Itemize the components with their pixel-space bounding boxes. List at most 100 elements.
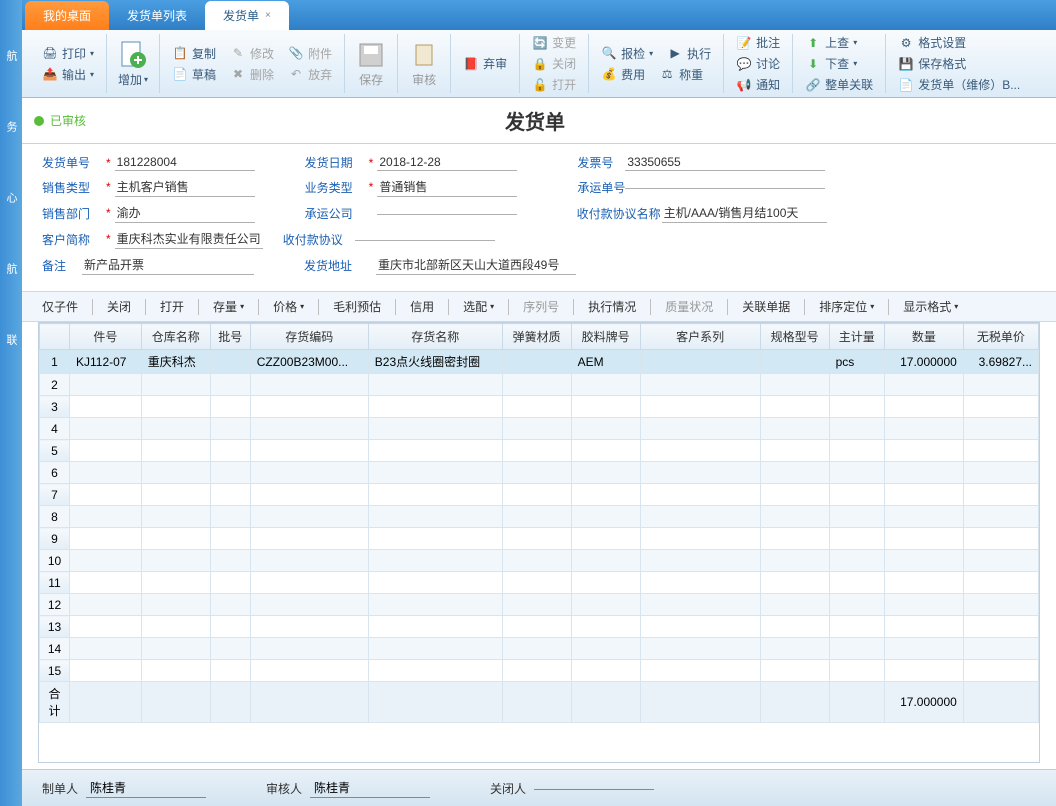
col-rubber[interactable]: 胶料牌号 bbox=[571, 324, 640, 350]
payproto-value[interactable] bbox=[355, 238, 495, 241]
shipdate-value[interactable]: 2018-12-28 bbox=[377, 154, 517, 171]
format-button[interactable]: ⚙格式设置 bbox=[894, 32, 1024, 53]
invoice-label[interactable]: 发票号 bbox=[577, 154, 625, 171]
batch-button[interactable]: 📝批注 bbox=[732, 32, 784, 53]
col-price[interactable]: 无税单价 bbox=[963, 324, 1038, 350]
addr-value[interactable]: 重庆市北部新区天山大道西段49号 bbox=[376, 255, 576, 275]
col-uom[interactable]: 主计量 bbox=[829, 324, 884, 350]
fee-button[interactable]: 💰费用 bbox=[597, 64, 649, 85]
col-name[interactable]: 存货名称 bbox=[368, 324, 502, 350]
side-item[interactable]: 航 bbox=[3, 50, 19, 61]
repair-button[interactable]: 📄发货单（维修）B... bbox=[894, 74, 1024, 95]
gross-button[interactable]: 毛利预估 bbox=[325, 296, 389, 317]
discuss-button[interactable]: 💬讨论 bbox=[732, 53, 784, 74]
table-row[interactable]: 9 bbox=[40, 528, 1039, 550]
table-row[interactable]: 4 bbox=[40, 418, 1039, 440]
shipdate-label[interactable]: 发货日期 bbox=[305, 154, 365, 171]
close-icon[interactable]: × bbox=[265, 10, 271, 21]
saveformat-button[interactable]: 💾保存格式 bbox=[894, 53, 1024, 74]
tab-shiplist[interactable]: 发货单列表 bbox=[109, 1, 205, 30]
change-button[interactable]: 🔄变更 bbox=[528, 32, 580, 53]
open-button[interactable]: 🔓打开 bbox=[528, 74, 580, 95]
close-button[interactable]: 🔒关闭 bbox=[528, 53, 580, 74]
table-row[interactable]: 8 bbox=[40, 506, 1039, 528]
tab-desktop[interactable]: 我的桌面 bbox=[25, 1, 109, 30]
shipno2-value[interactable] bbox=[625, 186, 825, 189]
add-button[interactable]: 增加▾ bbox=[118, 71, 148, 88]
saletype-value[interactable]: 主机客户销售 bbox=[115, 177, 255, 197]
dept-value[interactable]: 渝办 bbox=[115, 203, 255, 223]
invoice-value[interactable]: 33350655 bbox=[625, 154, 825, 171]
down-button[interactable]: ⬇下查▾ bbox=[801, 53, 877, 74]
delete-button[interactable]: ✖删除 bbox=[226, 64, 278, 85]
side-item[interactable]: 心 bbox=[3, 192, 19, 203]
save-button[interactable]: 保存 bbox=[359, 71, 383, 88]
table-row[interactable]: 2 bbox=[40, 374, 1039, 396]
weigh-button[interactable]: ⚖称重 bbox=[655, 64, 707, 85]
biztype-label[interactable]: 业务类型 bbox=[305, 179, 365, 196]
table-row[interactable]: 6 bbox=[40, 462, 1039, 484]
table-row[interactable]: 7 bbox=[40, 484, 1039, 506]
exec-button[interactable]: 执行情况 bbox=[580, 296, 644, 317]
draft-button[interactable]: 📄草稿 bbox=[168, 64, 220, 85]
onlychild-button[interactable]: 仅子件 bbox=[34, 296, 86, 317]
col-code[interactable]: 存货编码 bbox=[250, 324, 368, 350]
print-button[interactable]: 🖨打印▾ bbox=[38, 43, 98, 64]
credit-button[interactable]: 信用 bbox=[402, 296, 442, 317]
col-spec[interactable]: 规格型号 bbox=[760, 324, 829, 350]
match-button[interactable]: 选配▾ bbox=[455, 296, 502, 317]
open2-button[interactable]: 打开 bbox=[152, 296, 192, 317]
execute-button[interactable]: ▶执行 bbox=[663, 43, 715, 64]
saletype-label[interactable]: 销售类型 bbox=[42, 179, 102, 196]
audit-button[interactable]: 审核 bbox=[412, 71, 436, 88]
payproto-label[interactable]: 收付款协议 bbox=[283, 231, 347, 248]
copy-button[interactable]: 📋复制 bbox=[168, 43, 220, 64]
shipno2-label[interactable]: 承运单号 bbox=[577, 179, 625, 196]
shipno-value[interactable]: 181228004 bbox=[115, 154, 255, 171]
tab-shipment[interactable]: 发货单 × bbox=[205, 1, 289, 30]
remark-value[interactable]: 新产品开票 bbox=[82, 255, 254, 275]
link-button[interactable]: 🔗整单关联 bbox=[801, 74, 877, 95]
col-wh[interactable]: 仓库名称 bbox=[141, 324, 210, 350]
biztype-value[interactable]: 普通销售 bbox=[377, 177, 517, 197]
inspect-button[interactable]: 🔍报检▾ bbox=[597, 43, 657, 64]
stock-button[interactable]: 存量▾ bbox=[205, 296, 252, 317]
table-row[interactable]: 1KJ112-07重庆科杰CZZ00B23M00...B23点火线圈密封圈AEM… bbox=[40, 350, 1039, 374]
shipno-label[interactable]: 发货单号 bbox=[42, 154, 102, 171]
col-spring[interactable]: 弹簧材质 bbox=[502, 324, 571, 350]
data-grid[interactable]: 件号 仓库名称 批号 存货编码 存货名称 弹簧材质 胶料牌号 客户系列 规格型号… bbox=[38, 322, 1040, 763]
table-row[interactable]: 14 bbox=[40, 638, 1039, 660]
table-row[interactable]: 11 bbox=[40, 572, 1039, 594]
table-row[interactable]: 5 bbox=[40, 440, 1039, 462]
linkdoc-button[interactable]: 关联单据 bbox=[734, 296, 798, 317]
payname-label[interactable]: 收付款协议名称 bbox=[577, 205, 662, 222]
close2-button[interactable]: 关闭 bbox=[99, 296, 139, 317]
side-item[interactable]: 务 bbox=[3, 121, 19, 132]
notify-button[interactable]: 📢通知 bbox=[732, 74, 784, 95]
table-row[interactable]: 3 bbox=[40, 396, 1039, 418]
price-button[interactable]: 价格▾ bbox=[265, 296, 312, 317]
table-row[interactable]: 13 bbox=[40, 616, 1039, 638]
attachment-button[interactable]: 📎附件 bbox=[284, 43, 336, 64]
payname-value[interactable]: 主机/AAA/销售月结100天 bbox=[662, 203, 827, 223]
side-item[interactable]: 航 bbox=[3, 263, 19, 274]
seqno-button[interactable]: 序列号 bbox=[515, 296, 567, 317]
export-button[interactable]: 📤输出▾ bbox=[38, 64, 98, 85]
customer-value[interactable]: 重庆科杰实业有限责任公司 bbox=[115, 229, 263, 249]
carrier-label[interactable]: 承运公司 bbox=[305, 205, 365, 222]
table-row[interactable]: 10 bbox=[40, 550, 1039, 572]
dept-label[interactable]: 销售部门 bbox=[42, 205, 102, 222]
col-series[interactable]: 客户系列 bbox=[640, 324, 760, 350]
display-button[interactable]: 显示格式▾ bbox=[895, 296, 966, 317]
sort-button[interactable]: 排序定位▾ bbox=[811, 296, 882, 317]
carrier-value[interactable] bbox=[377, 212, 517, 215]
table-row[interactable]: 15 bbox=[40, 660, 1039, 682]
release-button[interactable]: ↶放弃 bbox=[284, 64, 336, 85]
side-item[interactable]: 联 bbox=[3, 334, 19, 345]
col-qty[interactable]: 数量 bbox=[884, 324, 963, 350]
abandon-button[interactable]: 📕弃审 bbox=[459, 53, 511, 74]
addr-label[interactable]: 发货地址 bbox=[304, 257, 364, 274]
col-partno[interactable]: 件号 bbox=[70, 324, 142, 350]
remark-label[interactable]: 备注 bbox=[42, 257, 82, 274]
modify-button[interactable]: ✎修改 bbox=[226, 43, 278, 64]
